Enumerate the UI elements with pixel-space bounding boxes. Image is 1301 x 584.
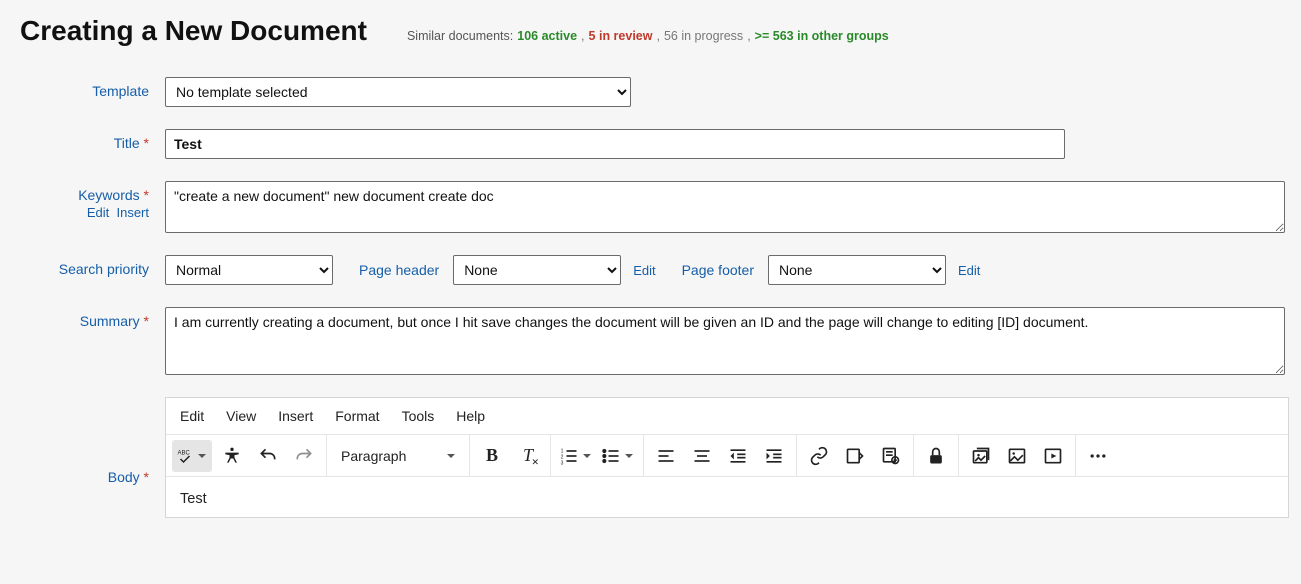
link-icon: [809, 446, 829, 466]
redo-icon: [294, 446, 314, 466]
page-header-edit-link[interactable]: Edit: [633, 263, 655, 278]
align-left-icon: [656, 446, 676, 466]
bullet-list-icon: [601, 446, 621, 466]
align-left-button[interactable]: [650, 440, 682, 472]
block-style-label: Paragraph: [341, 448, 406, 464]
editor-body[interactable]: Test: [166, 477, 1288, 517]
outdent-icon: [728, 446, 748, 466]
chevron-down-icon: [447, 454, 455, 458]
more-icon: [1088, 446, 1108, 466]
outdent-button[interactable]: [722, 440, 754, 472]
svg-text:3: 3: [561, 460, 564, 466]
template-icon: [881, 446, 901, 466]
bullet-list-button[interactable]: [599, 440, 637, 472]
page-title: Creating a New Document: [20, 15, 367, 47]
chevron-down-icon: [583, 454, 591, 458]
in-progress-count: 56 in progress: [664, 29, 743, 43]
required-marker: *: [144, 469, 149, 485]
menu-edit[interactable]: Edit: [180, 408, 204, 424]
media-icon: [1043, 446, 1063, 466]
menu-help[interactable]: Help: [456, 408, 485, 424]
chevron-down-icon: [625, 454, 633, 458]
similar-label: Similar documents:: [407, 29, 513, 43]
accessibility-icon: [222, 446, 242, 466]
keywords-insert-link[interactable]: Insert: [116, 205, 149, 220]
menu-format[interactable]: Format: [335, 408, 379, 424]
image-button[interactable]: [1001, 440, 1033, 472]
more-button[interactable]: [1082, 440, 1114, 472]
required-marker: *: [144, 187, 149, 203]
summary-textarea[interactable]: I am currently creating a document, but …: [165, 307, 1285, 375]
indent-icon: [764, 446, 784, 466]
block-style-select[interactable]: Paragraph: [333, 440, 463, 472]
page-footer-label: Page footer: [682, 262, 754, 278]
align-center-button[interactable]: [686, 440, 718, 472]
keywords-textarea[interactable]: "create a new document" new document cre…: [165, 181, 1285, 233]
media-button[interactable]: [1037, 440, 1069, 472]
page-header-label: Page header: [359, 262, 439, 278]
clear-formatting-icon: T✕: [523, 445, 533, 466]
title-label: Title: [114, 135, 140, 151]
undo-button[interactable]: [252, 440, 284, 472]
image-gallery-icon: [971, 446, 991, 466]
indent-button[interactable]: [758, 440, 790, 472]
similar-documents-summary: Similar documents: 106 active, 5 in revi…: [407, 29, 889, 43]
chevron-down-icon: [198, 454, 206, 458]
page-footer-edit-link[interactable]: Edit: [958, 263, 980, 278]
template-select[interactable]: No template selected: [165, 77, 631, 107]
code-sample-icon: [845, 446, 865, 466]
other-groups-count: >= 563 in other groups: [755, 29, 889, 43]
redo-button[interactable]: [288, 440, 320, 472]
template-label: Template: [92, 83, 149, 99]
spellcheck-icon: ABC: [176, 447, 194, 465]
body-label: Body: [108, 469, 140, 485]
svg-text:ABC: ABC: [178, 450, 191, 456]
spellcheck-button[interactable]: ABC: [172, 440, 212, 472]
summary-label: Summary: [80, 313, 140, 329]
page-footer-select[interactable]: None: [768, 255, 946, 285]
numbered-list-icon: 1 2 3: [559, 446, 579, 466]
editor-menubar: Edit View Insert Format Tools Help: [166, 398, 1288, 435]
image-icon: [1007, 446, 1027, 466]
bold-icon: B: [486, 445, 498, 466]
lock-icon: [926, 446, 946, 466]
link-button[interactable]: [803, 440, 835, 472]
keywords-label: Keywords: [78, 187, 139, 203]
search-priority-select[interactable]: Normal: [165, 255, 333, 285]
editor-toolbar: ABC: [166, 435, 1288, 477]
align-center-icon: [692, 446, 712, 466]
menu-view[interactable]: View: [226, 408, 256, 424]
lock-button[interactable]: [920, 440, 952, 472]
title-input[interactable]: [165, 129, 1065, 159]
image-gallery-button[interactable]: [965, 440, 997, 472]
menu-insert[interactable]: Insert: [278, 408, 313, 424]
keywords-edit-link[interactable]: Edit: [87, 205, 109, 220]
undo-icon: [258, 446, 278, 466]
required-marker: *: [144, 135, 149, 151]
clear-formatting-button[interactable]: T✕: [512, 440, 544, 472]
active-count: 106 active: [517, 29, 577, 43]
in-review-count: 5 in review: [589, 29, 653, 43]
page-header-select[interactable]: None: [453, 255, 621, 285]
numbered-list-button[interactable]: 1 2 3: [557, 440, 595, 472]
search-priority-label: Search priority: [59, 261, 149, 277]
rich-text-editor: Edit View Insert Format Tools Help ABC: [165, 397, 1289, 518]
bold-button[interactable]: B: [476, 440, 508, 472]
menu-tools[interactable]: Tools: [402, 408, 435, 424]
template-insert-button[interactable]: [875, 440, 907, 472]
accessibility-button[interactable]: [216, 440, 248, 472]
required-marker: *: [144, 313, 149, 329]
code-sample-button[interactable]: [839, 440, 871, 472]
